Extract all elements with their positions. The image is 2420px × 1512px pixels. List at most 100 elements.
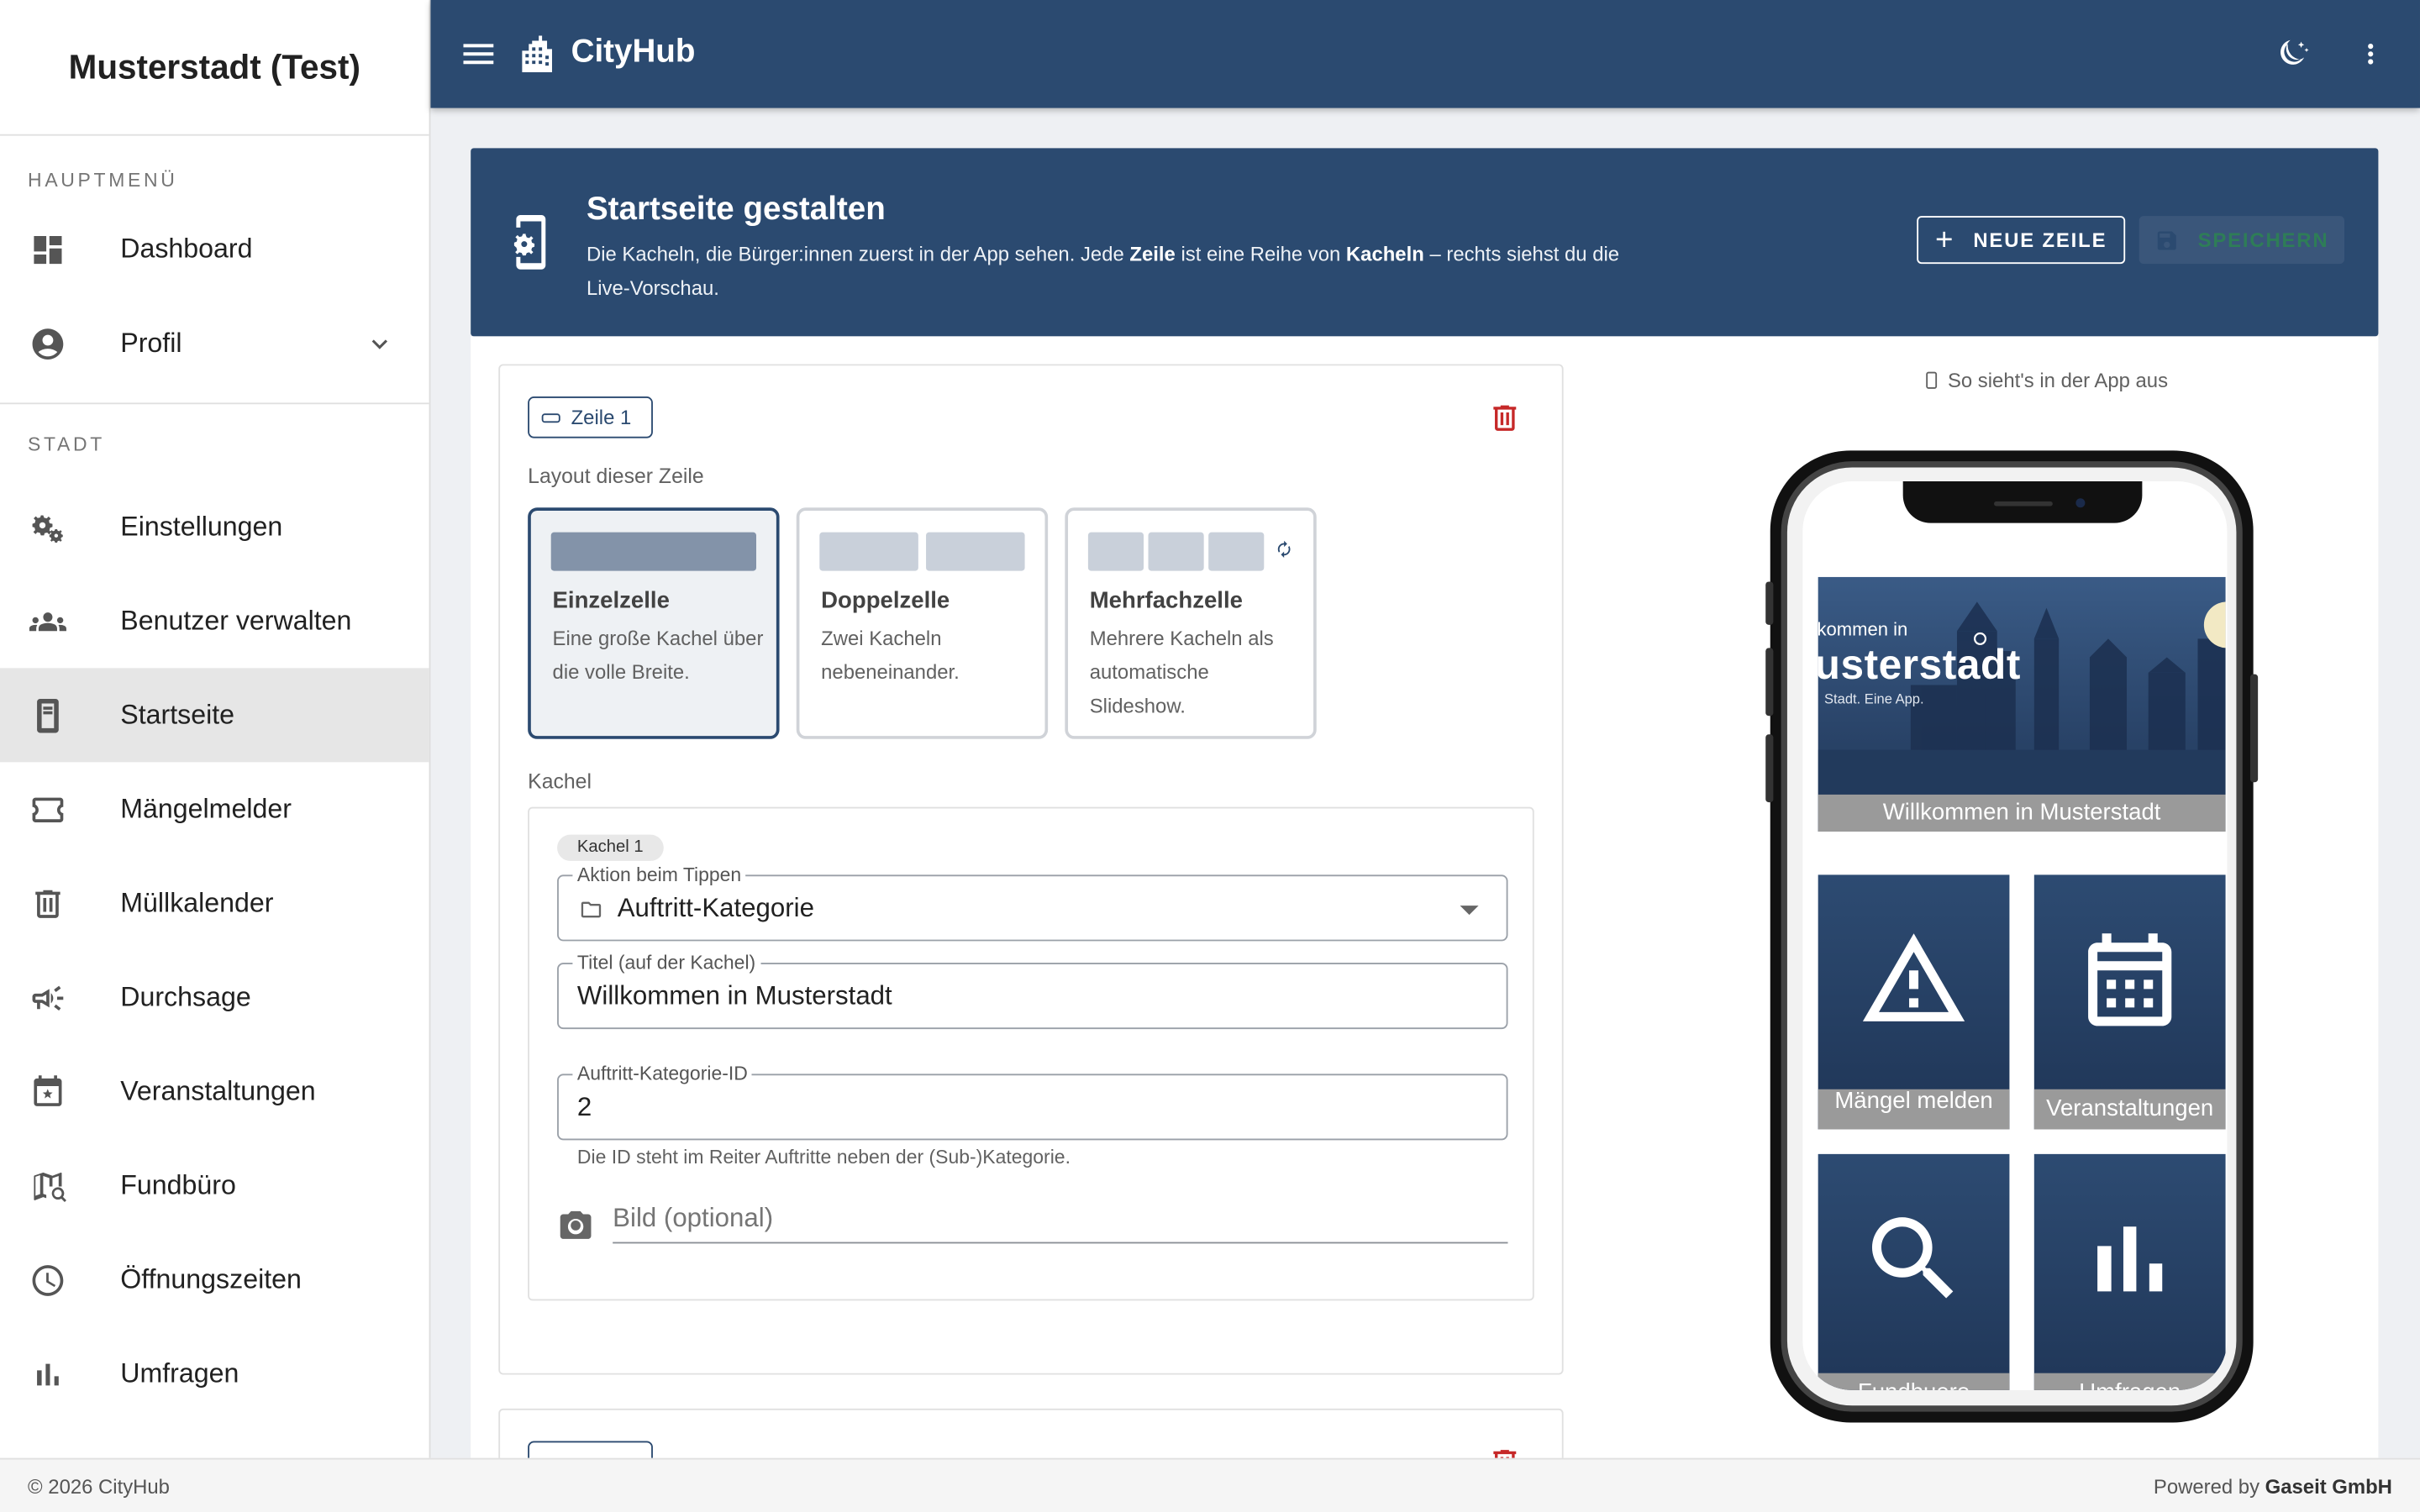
page-title: Startseite gestalten — [586, 191, 886, 227]
layout-option-mehrfachzelle[interactable]: Mehrfachzelle Mehrere Kacheln als automa… — [1065, 507, 1317, 739]
layout-label: Layout dieser Zeile — [528, 464, 704, 488]
dashboard-icon — [28, 229, 68, 270]
sidebar-item-profil[interactable]: Profil — [0, 297, 429, 391]
clock-icon — [28, 1260, 68, 1300]
phone-side-button — [1765, 581, 1774, 625]
plus-icon: + — [1935, 223, 1955, 257]
image-upload-field[interactable]: Bild (optional) — [613, 1204, 1508, 1244]
hero-subtext: Stadt. Eine App. — [1824, 690, 1924, 707]
sidebar-item-label: Fundbüro — [120, 1169, 236, 1200]
row-editor-card: Zeile 1 Layout dieser Zeile Einzelzelle … — [498, 364, 1564, 1375]
sidebar-item-label: Müllkalender — [120, 887, 274, 918]
city-icon — [517, 33, 557, 76]
field-label: Titel (auf der Kachel) — [572, 952, 760, 974]
sidebar-item-label: Veranstaltungen — [120, 1075, 316, 1106]
category-id-input[interactable]: Auftritt-Kategorie-ID 2 — [557, 1063, 1508, 1141]
tile-editor: Kachel 1 Aktion beim Tippen Auftritt-Kat… — [528, 806, 1534, 1301]
preview-caption: So sieht's in der App aus — [1926, 369, 2168, 392]
people-icon — [28, 601, 68, 641]
trash-icon — [28, 884, 68, 924]
map-search-icon — [28, 1166, 68, 1206]
field-value: Willkommen in Musterstadt — [576, 981, 892, 1011]
ticket-icon — [28, 789, 68, 829]
new-row-button[interactable]: + NEUE ZEILE — [1917, 216, 2126, 265]
app-title: CityHub — [571, 34, 696, 70]
phone-notch — [1902, 481, 2143, 523]
sidebar-item-label: Durchsage — [120, 981, 251, 1012]
sidebar-item-label: Benutzer verwalten — [120, 604, 352, 636]
delete-row-icon[interactable] — [1488, 400, 1522, 437]
smartphone-icon — [1926, 371, 1938, 389]
save-button[interactable]: SPEICHERN — [2139, 216, 2344, 265]
layout-option-desc: Mehrere Kacheln als automatische Slidesh… — [1089, 626, 1274, 718]
more-vert-icon[interactable] — [2355, 35, 2386, 72]
save-icon — [2157, 230, 2176, 249]
sidebar-item-dashboard[interactable]: Dashboard — [0, 202, 429, 297]
phone-side-button — [1765, 648, 1774, 717]
sidebar-item-fundbuero[interactable]: Fundbüro — [0, 1139, 429, 1233]
field-value: Auftritt-Kategorie — [617, 893, 814, 923]
layout-preview-bar — [1208, 532, 1265, 571]
row-chip: Zeile 1 — [528, 396, 653, 438]
bar-chart-icon — [28, 1354, 68, 1394]
hamburger-icon[interactable] — [459, 34, 499, 74]
sidebar-item-umfragen[interactable]: Umfragen — [0, 1327, 429, 1421]
dropdown-arrow-icon — [1460, 906, 1479, 916]
event-icon — [28, 1072, 68, 1112]
sidebar-item-benutzer[interactable]: Benutzer verwalten — [0, 574, 429, 668]
layout-preview-bar — [819, 532, 918, 571]
phone-bezel: llkommen in lusterstadt Stadt. Eine App.… — [1781, 461, 2243, 1412]
tile-caption: Umfragen — [2033, 1373, 2226, 1390]
kachel-label: Kachel — [528, 769, 592, 794]
footer: © 2026 CityHub Powered by Gaseit GmbH — [0, 1457, 2420, 1512]
preview-tile: Fundbuero — [1818, 1153, 2010, 1390]
camera-icon[interactable] — [557, 1206, 594, 1240]
field-value: 2 — [576, 1092, 592, 1122]
sidebar-item-oeffnungszeiten[interactable]: Öffnungszeiten — [0, 1233, 429, 1327]
sidebar-item-veranstaltungen[interactable]: Veranstaltungen — [0, 1044, 429, 1138]
row-icon — [541, 412, 560, 423]
top-app-bar: CityHub — [430, 0, 2420, 108]
calendar-icon — [2075, 924, 2186, 1035]
layout-option-doppelzelle[interactable]: Doppelzelle Zwei Kacheln nebeneinander. — [796, 507, 1049, 739]
layout-option-title: Doppelzelle — [821, 587, 950, 615]
section-label-city: STADT — [28, 433, 105, 455]
preview-hero-tile: llkommen in lusterstadt Stadt. Eine App.… — [1818, 576, 2226, 832]
sidebar-item-label: Startseite — [120, 699, 235, 730]
sidebar-item-muellkalender[interactable]: Müllkalender — [0, 856, 429, 950]
tile-chip: Kachel 1 — [557, 834, 664, 861]
sidebar-item-label: Mängelmelder — [120, 793, 292, 824]
sidebar-item-label: Öffnungszeiten — [120, 1263, 302, 1295]
layout-option-einzelzelle[interactable]: Einzelzelle Eine große Kachel über die v… — [528, 507, 780, 739]
layout-option-desc: Zwei Kacheln nebeneinander. — [821, 626, 960, 684]
sidebar-item-label: Dashboard — [120, 233, 253, 265]
bar-chart-icon — [2075, 1204, 2186, 1315]
sidebar-item-durchsage[interactable]: Durchsage — [0, 950, 429, 1044]
sidebar-item-einstellungen[interactable]: Einstellungen — [0, 480, 429, 574]
sidebar-item-maengelmelder[interactable]: Mängelmelder — [0, 762, 429, 856]
search-icon — [1858, 1204, 1969, 1315]
preview-tile: Umfragen — [2033, 1153, 2226, 1390]
layout-preview-bar — [1087, 532, 1144, 571]
layout-preview-bar — [926, 532, 1025, 571]
tile-title-input[interactable]: Titel (auf der Kachel) Willkommen in Mus… — [557, 952, 1508, 1030]
layout-option-desc: Eine große Kachel über die volle Breite. — [552, 626, 764, 684]
chevron-down-icon[interactable] — [364, 328, 395, 359]
sidebar-item-startseite[interactable]: Startseite — [0, 668, 429, 763]
tile-caption: Mängel melden — [1818, 1089, 2010, 1130]
autorenew-icon — [1275, 538, 1293, 560]
hero-text: llkommen in — [1818, 618, 1908, 641]
copyright-text: © 2026 CityHub — [28, 1474, 170, 1499]
sidebar-item-label: Einstellungen — [120, 510, 283, 542]
helper-text: Die ID steht im Reiter Auftritte neben d… — [576, 1146, 1071, 1168]
phone-settings-icon — [505, 213, 557, 271]
phone-side-button — [1765, 734, 1774, 803]
layout-option-title: Mehrfachzelle — [1089, 587, 1243, 615]
phone-preview: llkommen in lusterstadt Stadt. Eine App.… — [1765, 450, 2259, 1423]
field-label: Auftritt-Kategorie-ID — [572, 1063, 753, 1085]
hero-heading: lusterstadt — [1818, 642, 2021, 689]
sidebar-item-label: Umfragen — [120, 1357, 239, 1389]
moon-stars-icon[interactable] — [2275, 35, 2312, 72]
action-select[interactable]: Aktion beim Tippen Auftritt-Kategorie — [557, 864, 1508, 942]
tile-caption: Veranstaltungen — [2033, 1089, 2226, 1130]
